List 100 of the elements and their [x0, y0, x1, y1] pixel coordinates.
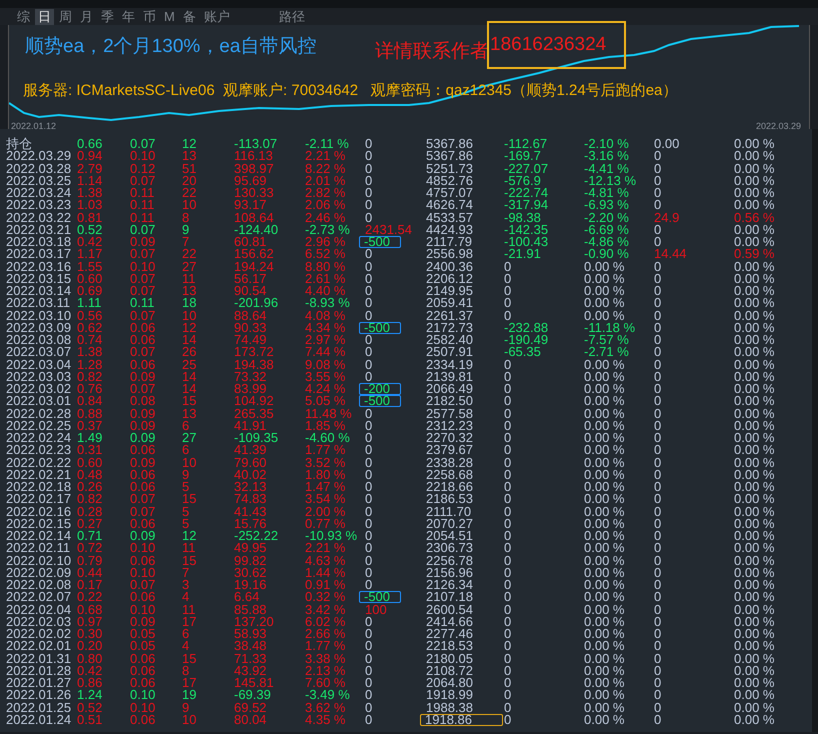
table-cell: 0 — [654, 432, 662, 444]
table-cell: 0 — [654, 591, 662, 604]
table-cell: 398.97 — [234, 162, 274, 175]
table-cell: 8 — [182, 212, 190, 224]
table-cell: 1.28 — [77, 358, 102, 371]
table-cell: 0 — [654, 506, 662, 518]
table-cell: 0.00 % — [584, 408, 624, 420]
table-cell: 0.06 — [130, 591, 156, 604]
table-cell: 0.00 % — [584, 628, 624, 640]
table-cell: 9 — [182, 224, 190, 236]
date-cell: 2022.01.28 — [6, 664, 72, 677]
table-cell: 0 — [504, 542, 512, 554]
table-cell: 0.00 % — [734, 408, 774, 420]
table-cell: 9.08 % — [305, 358, 346, 371]
table-cell: 13 — [182, 285, 196, 298]
table-cell: 0.00 % — [734, 358, 774, 371]
table-cell: 0 — [504, 493, 512, 506]
table-cell: 2338.28 — [426, 456, 473, 469]
highlighted-cell: -500 — [359, 236, 402, 248]
table-cell: 0.00 % — [734, 395, 774, 408]
table-cell: 2.21 % — [305, 150, 346, 162]
table-cell: -8.93 % — [305, 297, 350, 310]
table-cell: 0 — [504, 677, 512, 690]
period-tab[interactable]: 周 — [56, 8, 75, 24]
table-cell: 0.00 % — [584, 542, 624, 554]
table-cell: 2206.12 — [426, 272, 473, 285]
table-cell: 0.00 % — [584, 481, 624, 494]
table-cell: 0.00 % — [734, 628, 774, 640]
period-tab[interactable]: 年 — [119, 8, 138, 24]
date-cell: 2022.02.28 — [6, 408, 72, 420]
period-tab[interactable]: 综 — [14, 8, 33, 24]
table-cell: 0.76 — [77, 383, 102, 396]
table-cell: 0.00 % — [584, 420, 624, 432]
table-cell: 0 — [365, 187, 372, 200]
table-cell: 0 — [365, 272, 372, 285]
table-cell: 0.06 — [130, 468, 156, 481]
period-tab[interactable]: 备 — [180, 8, 199, 24]
table-cell: 12 — [182, 322, 196, 334]
period-tab[interactable]: 季 — [98, 8, 117, 24]
table-cell: 2.82 % — [305, 187, 346, 200]
table-cell: 0 — [365, 408, 372, 420]
table-cell: 2054.51 — [426, 530, 473, 542]
period-tab[interactable]: 账户 — [200, 8, 233, 24]
table-cell: 4852.76 — [426, 174, 473, 187]
table-cell: 0.06 — [130, 444, 156, 456]
table-cell: 0 — [365, 677, 372, 690]
table-cell: 0 — [365, 493, 372, 506]
table-cell: 0 — [654, 677, 662, 690]
table-cell: 25 — [182, 358, 196, 371]
table-cell: 0 — [504, 566, 512, 579]
table-cell: 1.77 % — [305, 640, 346, 652]
table-cell: 0 — [504, 714, 512, 726]
table-cell: 137.20 — [234, 616, 274, 628]
table-cell: -201.96 — [234, 297, 278, 310]
table-cell: 0.62 — [77, 322, 102, 334]
table-cell: 12 — [182, 530, 196, 542]
table-cell: 4 — [182, 591, 190, 604]
table-cell: 27 — [182, 260, 196, 273]
table-cell: 0 — [365, 370, 372, 383]
table-cell: 0 — [365, 334, 372, 346]
table-cell: 0.86 — [77, 677, 102, 690]
date-cell: 2022.03.24 — [6, 187, 72, 200]
table-cell: 1.24 — [77, 689, 102, 702]
table-cell: 145.81 — [234, 677, 274, 690]
axis-date: 2022.03.29 — [756, 121, 801, 131]
table-cell: 0.51 — [77, 714, 102, 726]
table-cell: 6 — [182, 628, 190, 640]
table-cell: 12 — [182, 138, 196, 150]
table-cell: 0.12 — [130, 162, 156, 175]
table-cell: 0 — [654, 689, 662, 702]
table-cell: 0.06 — [130, 652, 156, 665]
table-cell: 1.47 % — [305, 481, 346, 494]
period-tab[interactable]: 日 — [35, 8, 54, 24]
table-cell: 0 — [504, 664, 512, 677]
table-cell: 0.00 % — [584, 456, 624, 469]
table-cell: 38.48 — [234, 640, 267, 652]
table-cell: 0 — [504, 530, 512, 542]
table-cell: 0.00 % — [734, 579, 774, 592]
table-cell: 0.30 — [77, 628, 102, 640]
date-cell: 2022.01.25 — [6, 702, 72, 714]
table-cell: 26 — [182, 346, 196, 358]
period-tab[interactable]: M — [161, 8, 178, 24]
table-cell: 0.00 % — [734, 150, 774, 162]
table-cell: 0.00 % — [734, 432, 774, 444]
table-cell: 17 — [182, 677, 196, 690]
table-cell: 0.00 % — [734, 518, 774, 530]
table-cell: 41.39 — [234, 444, 267, 456]
table-cell: 0.56 % — [734, 212, 774, 224]
table-cell: 85.88 — [234, 604, 267, 616]
table-cell: 0.56 — [77, 310, 102, 322]
table-cell: 0.05 — [130, 640, 156, 652]
table-cell: 56.17 — [234, 272, 267, 285]
table-cell: 0 — [504, 272, 512, 285]
table-cell: 9 — [182, 702, 190, 714]
table-cell: 0 — [365, 714, 372, 726]
table-cell: 0.00 % — [734, 664, 774, 677]
date-cell: 2022.02.22 — [6, 456, 72, 469]
period-tab[interactable]: 币 — [140, 8, 159, 24]
table-cell: 0.20 — [77, 640, 102, 652]
period-tab[interactable]: 月 — [77, 8, 96, 24]
